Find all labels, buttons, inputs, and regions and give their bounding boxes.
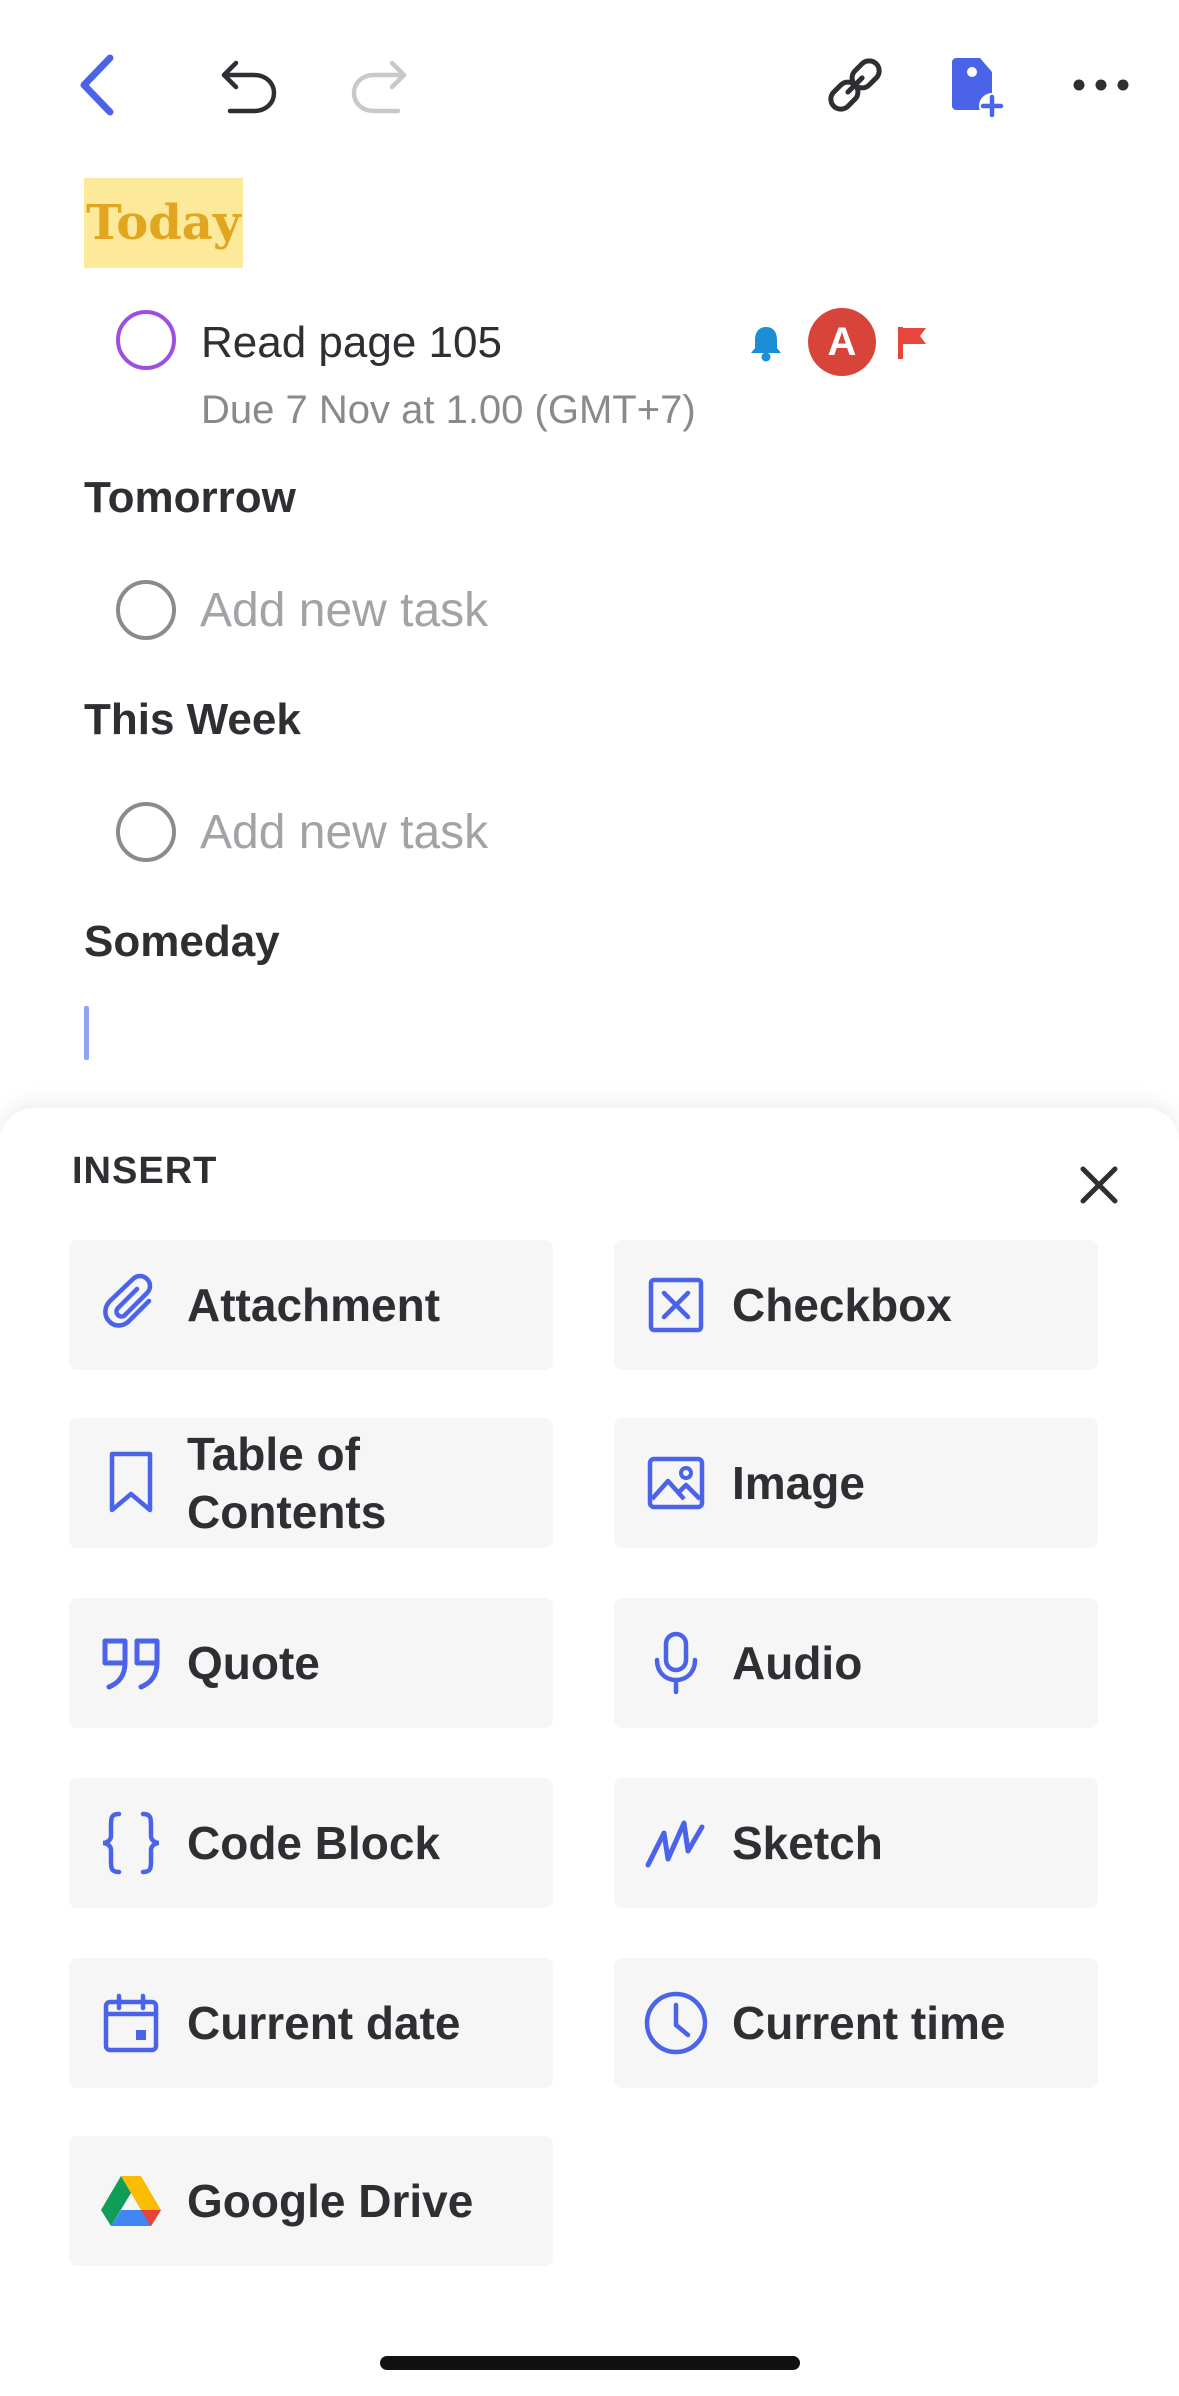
- task-due-date: Due 7 Nov at 1.00 (GMT+7): [201, 388, 696, 432]
- redo-button[interactable]: [335, 40, 425, 130]
- image-icon: [636, 1418, 716, 1548]
- share-link-button[interactable]: [810, 40, 900, 130]
- tile-label: Google Drive: [187, 2175, 474, 2227]
- microphone-icon: [636, 1598, 716, 1728]
- more-options-button[interactable]: [1056, 40, 1146, 130]
- tag-plus-icon: [952, 58, 1005, 119]
- text-cursor: [84, 1006, 89, 1060]
- insert-current-time-button[interactable]: Current time: [614, 1958, 1098, 2088]
- undo-icon: [221, 60, 277, 114]
- close-icon: [1080, 1166, 1118, 1204]
- insert-sketch-button[interactable]: Sketch: [614, 1778, 1098, 1908]
- checkbox-icon: [636, 1240, 716, 1370]
- section-heading-someday[interactable]: Someday: [84, 917, 280, 967]
- more-dots-icon: [1073, 79, 1129, 91]
- insert-sheet: INSERT Attachment Checkbox Table of Cont…: [0, 1108, 1179, 2396]
- insert-current-date-button[interactable]: Current date: [69, 1958, 553, 2088]
- section-heading-this-week[interactable]: This Week: [84, 695, 301, 745]
- add-tag-button[interactable]: [930, 40, 1020, 130]
- section-heading-today[interactable]: Today: [84, 178, 243, 268]
- flag-icon: [898, 327, 926, 359]
- tile-label: Attachment: [187, 1279, 441, 1331]
- insert-google-drive-button[interactable]: Google Drive: [69, 2136, 553, 2266]
- back-button[interactable]: [52, 40, 142, 130]
- priority-flag[interactable]: [895, 308, 929, 378]
- redo-icon: [351, 60, 407, 114]
- tile-label: Current time: [732, 1997, 1006, 2049]
- link-icon: [828, 58, 882, 112]
- insert-checkbox-button[interactable]: Checkbox: [614, 1240, 1098, 1370]
- insert-code-block-button[interactable]: Code Block: [69, 1778, 553, 1908]
- tile-label: Quote: [187, 1637, 320, 1689]
- calendar-icon: [91, 1958, 171, 2088]
- home-indicator[interactable]: [380, 2356, 800, 2370]
- sheet-title: INSERT: [72, 1150, 218, 1192]
- add-task-placeholder[interactable]: Add new task: [200, 805, 488, 860]
- tile-label: Audio: [732, 1637, 863, 1689]
- tile-label: Sketch: [732, 1817, 883, 1869]
- screen: Today Read page 105 Due 7 Nov at 1.00 (G…: [0, 0, 1179, 2396]
- tile-label: Image: [732, 1457, 865, 1509]
- add-task-placeholder[interactable]: Add new task: [200, 583, 488, 638]
- insert-image-button[interactable]: Image: [614, 1418, 1098, 1548]
- section-heading-tomorrow[interactable]: Tomorrow: [84, 473, 296, 523]
- google-drive-icon: [91, 2136, 171, 2266]
- clock-icon: [636, 1958, 716, 2088]
- reminder-bell[interactable]: [748, 308, 784, 378]
- new-task-row-tomorrow[interactable]: Add new task: [116, 575, 488, 645]
- task-checkbox[interactable]: [116, 310, 176, 370]
- sketch-icon: [636, 1778, 716, 1908]
- tile-label: Table of Contents: [187, 1428, 387, 1538]
- assignee-avatar[interactable]: A: [808, 308, 876, 376]
- tile-label: Checkbox: [732, 1279, 952, 1331]
- task-title[interactable]: Read page 105: [201, 308, 502, 378]
- paperclip-icon: [91, 1240, 171, 1370]
- insert-attachment-button[interactable]: Attachment: [69, 1240, 553, 1370]
- insert-table-of-contents-button[interactable]: Table of Contents: [69, 1418, 553, 1548]
- quote-icon: [91, 1598, 171, 1728]
- tile-label: Current date: [187, 1997, 461, 2049]
- task-row[interactable]: [116, 305, 176, 375]
- task-checkbox[interactable]: [116, 802, 176, 862]
- insert-audio-button[interactable]: Audio: [614, 1598, 1098, 1728]
- back-chevron-icon: [80, 54, 114, 116]
- insert-quote-button[interactable]: Quote: [69, 1598, 553, 1728]
- tile-label: Code Block: [187, 1817, 441, 1869]
- undo-button[interactable]: [203, 40, 293, 130]
- task-checkbox[interactable]: [116, 580, 176, 640]
- bell-icon: [751, 327, 781, 362]
- top-toolbar: [0, 0, 1179, 170]
- new-task-row-this-week[interactable]: Add new task: [116, 797, 488, 867]
- code-braces-icon: [91, 1778, 171, 1908]
- bookmark-icon: [91, 1418, 171, 1548]
- close-button[interactable]: [1064, 1150, 1134, 1220]
